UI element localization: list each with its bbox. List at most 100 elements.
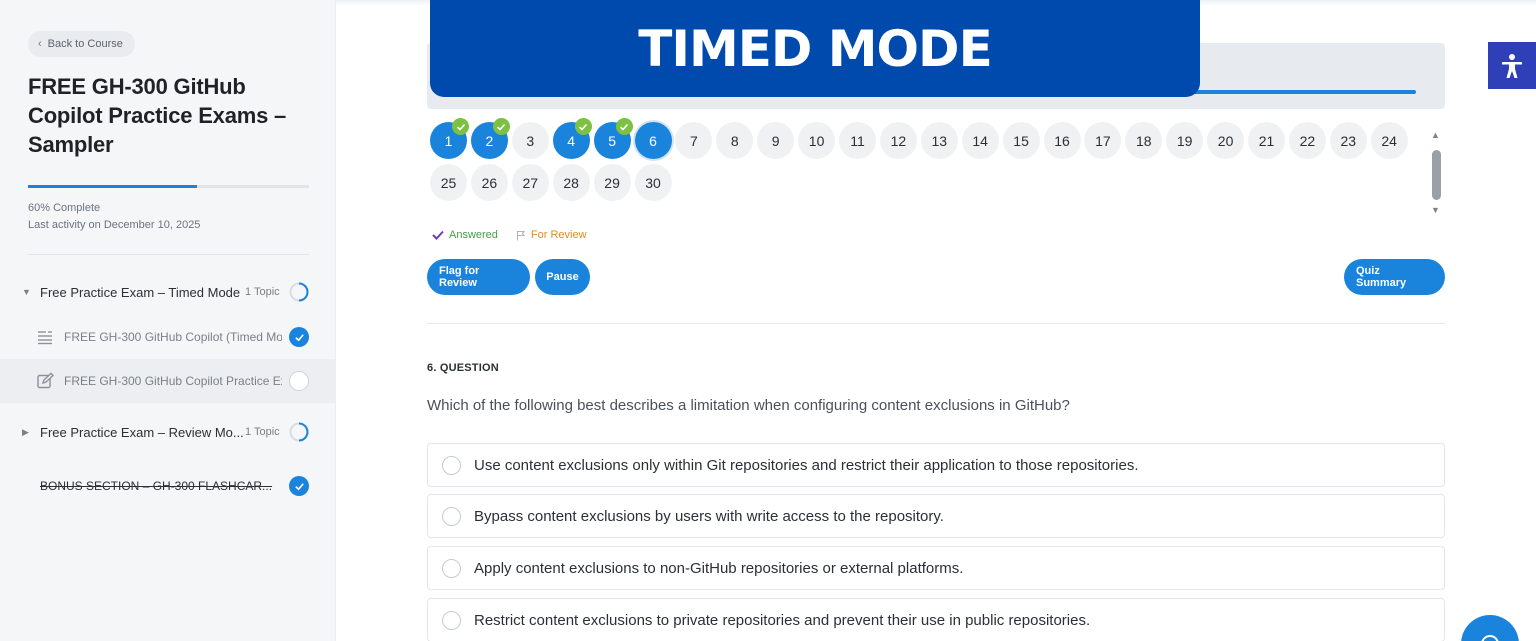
question-nav-number: 10 [808, 132, 825, 149]
question-nav-number: 1 [444, 132, 453, 149]
question-nav-number: 26 [481, 174, 498, 191]
question-nav-button[interactable]: 26 [470, 164, 508, 201]
question-nav-button[interactable]: 22 [1288, 122, 1326, 159]
question-nav-button[interactable]: 21 [1248, 122, 1285, 159]
chat-button[interactable] [1461, 615, 1519, 641]
section-bonus-flashcards[interactable]: BONUS SECTION – GH-300 FLASHCAR... [0, 468, 336, 504]
question-nav-number: 13 [931, 132, 948, 149]
scroll-down-icon[interactable]: ▼ [1431, 205, 1440, 215]
timer-progress-bar [1190, 90, 1416, 94]
question-nav-number: 4 [567, 132, 576, 149]
question-nav-number: 14 [972, 132, 988, 149]
question-nav-button[interactable]: 28 [552, 164, 590, 201]
question-nav-number: 8 [730, 132, 739, 149]
answered-check-icon [574, 118, 592, 135]
timed-mode-title: TIMED MODE [638, 19, 992, 78]
question-nav-number: 2 [485, 132, 494, 149]
lesson-label: FREE GH-300 GitHub Copilot Practice Exam [64, 374, 282, 388]
caret-right-icon: ▶ [22, 426, 29, 437]
question-nav-button[interactable]: 25 [430, 164, 467, 201]
flag-for-review-button[interactable]: Flag for Review [427, 259, 530, 295]
check-icon [432, 230, 444, 240]
question-number: 6. QUESTION [427, 362, 499, 374]
back-to-course-button[interactable]: ‹ Back to Course [28, 31, 135, 57]
question-nav-number: 23 [1340, 132, 1357, 149]
quiz-summary-button[interactable]: Quiz Summary [1344, 259, 1445, 295]
question-nav-button[interactable]: 6 [634, 122, 672, 159]
answer-option[interactable]: Use content exclusions only within Git r… [427, 443, 1445, 487]
question-nav-button[interactable]: 13 [920, 122, 958, 159]
answer-option[interactable]: Restrict content exclusions to private r… [427, 598, 1445, 641]
question-nav-button[interactable]: 8 [716, 122, 754, 159]
answer-option[interactable]: Apply content exclusions to non-GitHub r… [427, 546, 1445, 590]
radio-button[interactable] [442, 610, 461, 630]
question-nav-number: 27 [522, 174, 539, 191]
section-label: Free Practice Exam – Review Mo... [40, 424, 244, 440]
lesson-item-timed-mode[interactable]: FREE GH-300 GitHub Copilot (Timed Mode) [0, 315, 336, 359]
question-nav-button[interactable]: 30 [634, 164, 672, 201]
answered-check-icon [452, 118, 469, 135]
question-nav-number: 19 [1176, 132, 1193, 149]
question-nav-button[interactable]: 19 [1166, 122, 1204, 159]
chevron-left-icon: ‹ [38, 38, 42, 50]
question-nav-button[interactable]: 1 [430, 118, 469, 159]
question-nav-button[interactable]: 7 [675, 122, 713, 159]
question-nav-button[interactable]: 29 [593, 164, 631, 201]
radio-button[interactable] [442, 506, 461, 526]
radio-button[interactable] [442, 558, 461, 578]
lesson-item-practice-exam[interactable]: FREE GH-300 GitHub Copilot Practice Exam [0, 359, 336, 403]
section-review-mode[interactable]: ▶ Free Practice Exam – Review Mo... 1 To… [0, 414, 336, 450]
question-nav-number: 21 [1258, 132, 1275, 149]
pause-button[interactable]: Pause [535, 259, 590, 295]
question-nav-number: 17 [1095, 132, 1111, 149]
question-nav-button[interactable]: 3 [511, 122, 549, 159]
question-nav-button[interactable]: 11 [839, 122, 876, 159]
legend-review-label: For Review [530, 229, 587, 241]
question-text: Which of the following best describes a … [427, 397, 1070, 414]
question-nav-button[interactable]: 17 [1084, 122, 1122, 159]
question-nav-button[interactable]: 24 [1370, 122, 1408, 159]
question-nav-button[interactable]: 20 [1207, 122, 1245, 159]
question-nav-button[interactable]: 18 [1125, 122, 1163, 159]
question-navigation: 1 2 3 4 5 6 7 8 9 10 11 12 13 14 15 16 17 18 19 20 21 22 23 24 2… [430, 118, 1420, 206]
question-nav-button[interactable]: 27 [511, 164, 549, 201]
question-nav-button[interactable]: 5 [593, 118, 633, 159]
question-nav-button[interactable]: 15 [1002, 122, 1040, 159]
question-nav-scrollbar[interactable] [1432, 150, 1441, 200]
radio-button[interactable] [442, 455, 461, 475]
topic-count: 1 Topic [245, 426, 280, 438]
question-nav-number: 7 [689, 132, 698, 149]
question-nav-number: 25 [440, 174, 457, 191]
question-nav-number: 16 [1054, 132, 1070, 149]
question-nav-button[interactable]: 9 [757, 122, 795, 159]
question-nav-button[interactable]: 2 [470, 118, 510, 159]
answer-option-label: Restrict content exclusions to private r… [474, 611, 1091, 629]
question-nav-number: 9 [771, 132, 780, 149]
text-lines-icon [38, 331, 52, 345]
question-nav-button[interactable]: 16 [1043, 122, 1081, 159]
sidebar-divider [28, 254, 309, 255]
question-legend: Answered For Review [432, 229, 587, 241]
timed-mode-banner: TIMED MODE [430, 0, 1200, 97]
answered-check-icon [615, 118, 633, 135]
question-nav-button[interactable]: 10 [798, 122, 836, 159]
legend-answered: Answered [432, 229, 498, 241]
question-nav-number: 20 [1217, 132, 1234, 149]
question-nav-number: 22 [1299, 132, 1316, 149]
answer-option[interactable]: Bypass content exclusions by users with … [427, 494, 1445, 538]
section-label: Free Practice Exam – Timed Mode [40, 284, 241, 300]
scroll-up-icon[interactable]: ▲ [1431, 130, 1440, 140]
accessibility-button[interactable] [1488, 42, 1536, 89]
question-nav-button[interactable]: 12 [879, 122, 917, 159]
section-timed-mode[interactable]: ▼ Free Practice Exam – Timed Mode 1 Topi… [0, 274, 336, 310]
question-nav-button[interactable]: 23 [1329, 122, 1367, 159]
incomplete-circle-icon [289, 371, 309, 391]
answer-option-label: Apply content exclusions to non-GitHub r… [474, 559, 964, 577]
question-nav-button[interactable]: 14 [961, 122, 999, 159]
topic-count: 1 Topic [245, 286, 280, 298]
question-nav-number: 6 [649, 132, 657, 149]
question-nav-number: 30 [645, 174, 661, 191]
section-label: BONUS SECTION – GH-300 FLASHCAR... [40, 479, 273, 493]
lesson-label: FREE GH-300 GitHub Copilot (Timed Mode) [64, 330, 282, 344]
question-nav-button[interactable]: 4 [552, 118, 592, 159]
